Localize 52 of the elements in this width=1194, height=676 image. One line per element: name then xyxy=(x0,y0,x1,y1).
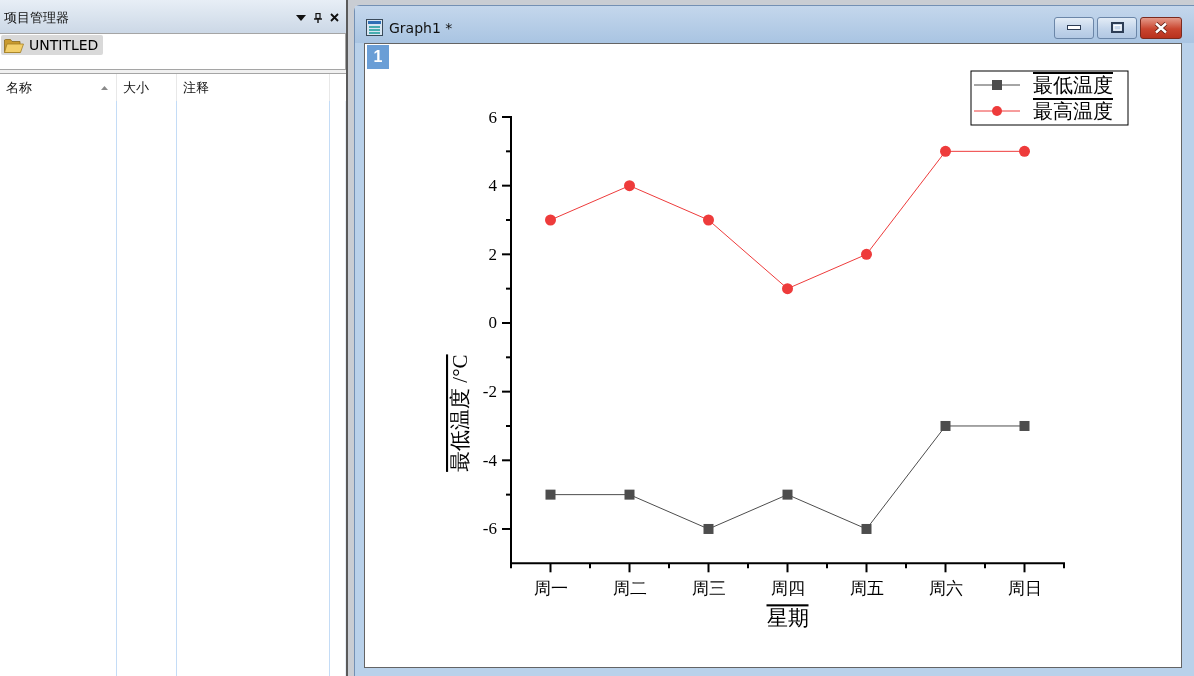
legend-symbol-icon xyxy=(973,106,1021,116)
graph-icon xyxy=(366,19,383,36)
close-icon[interactable] xyxy=(330,13,339,22)
x-tick-label: 周二 xyxy=(612,578,647,598)
legend-label: 最低温度 xyxy=(1033,74,1113,96)
data-point xyxy=(1019,421,1030,431)
data-point xyxy=(782,489,793,500)
window-title: Graph1 * xyxy=(389,19,453,36)
minimize-button[interactable] xyxy=(1054,16,1094,39)
y-tick-label: -2 xyxy=(482,382,497,402)
x-tick-label: 周一 xyxy=(533,578,568,598)
data-point xyxy=(545,489,556,500)
x-tick-label: 周四 xyxy=(770,578,805,598)
data-point xyxy=(1019,145,1030,157)
data-point xyxy=(624,180,635,192)
y-tick-label: 6 xyxy=(488,107,497,127)
folder-icon xyxy=(4,37,24,53)
minimize-icon xyxy=(1067,25,1081,30)
pin-icon[interactable] xyxy=(314,12,322,23)
data-point xyxy=(703,523,714,534)
data-point xyxy=(545,214,556,226)
maximize-icon xyxy=(1110,22,1124,33)
y-tick-label: -6 xyxy=(482,519,497,539)
maximize-button[interactable] xyxy=(1097,16,1137,39)
x-tick-label: 周三 xyxy=(691,578,726,598)
legend-symbol-icon xyxy=(973,80,1021,90)
folder-item[interactable]: UNTITLED xyxy=(1,35,104,55)
y-axis-title: 最低温度 /°C xyxy=(448,354,472,472)
column-header[interactable]: 注释 xyxy=(177,74,330,101)
y-tick-label: 4 xyxy=(488,176,497,196)
data-point xyxy=(940,421,951,431)
panel-title: 项目管理器 xyxy=(4,8,69,27)
y-tick-label: 2 xyxy=(488,244,497,264)
sort-arrow-icon xyxy=(101,85,108,90)
data-point xyxy=(940,145,951,157)
close-button[interactable] xyxy=(1140,16,1182,39)
data-point xyxy=(861,523,872,534)
x-tick-label: 周五 xyxy=(849,578,884,598)
y-tick-label: 0 xyxy=(488,313,497,333)
close-icon xyxy=(1154,21,1168,34)
data-point xyxy=(703,214,714,226)
legend-label: 最高温度 xyxy=(1033,100,1113,122)
x-tick-label: 周日 xyxy=(1007,578,1042,598)
data-point xyxy=(782,283,793,295)
data-point xyxy=(861,248,872,260)
column-header[interactable]: 名称 xyxy=(0,74,117,101)
x-tick-label: 周六 xyxy=(928,578,963,598)
column-header[interactable]: 大小 xyxy=(117,74,177,101)
data-point xyxy=(624,489,635,500)
x-axis-title: 星期 xyxy=(766,606,809,631)
caret-down-icon[interactable] xyxy=(296,14,306,21)
y-tick-label: -4 xyxy=(482,450,497,470)
